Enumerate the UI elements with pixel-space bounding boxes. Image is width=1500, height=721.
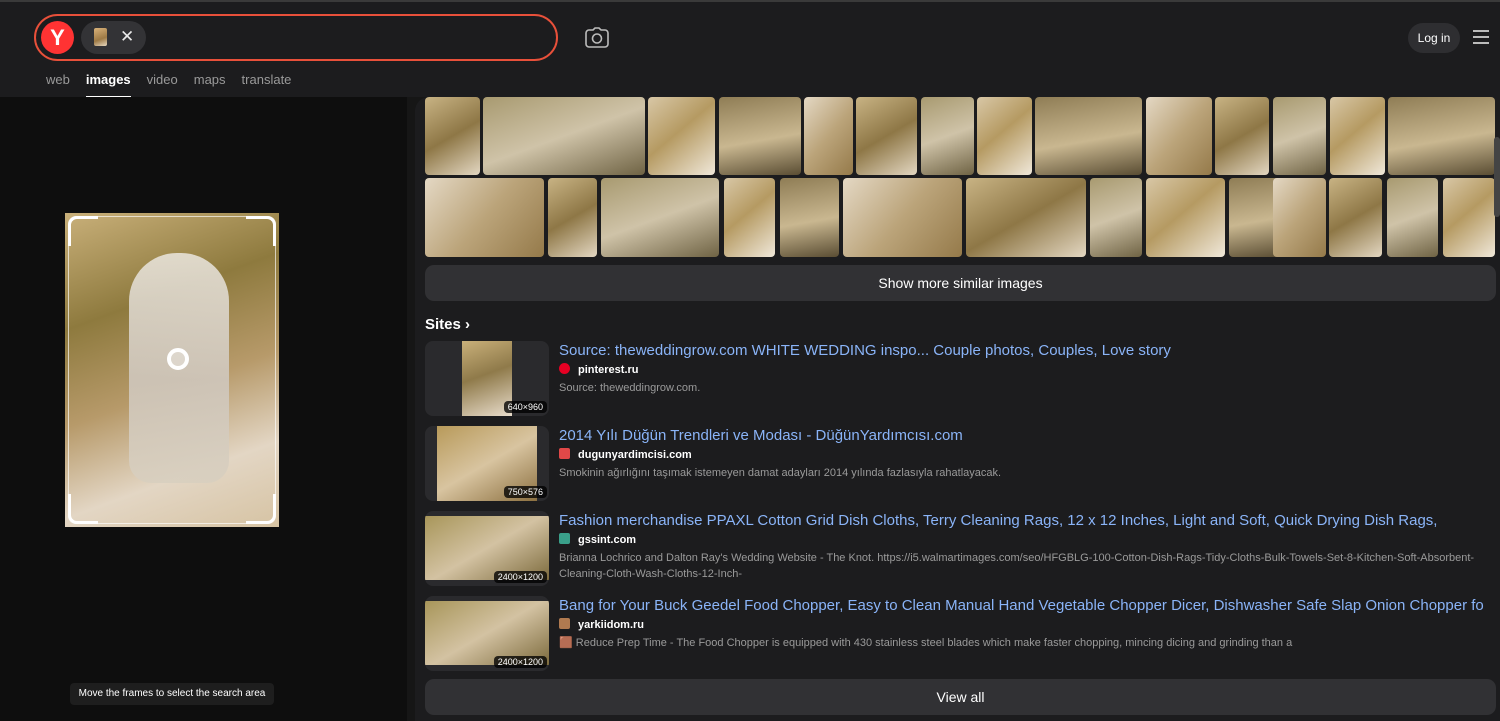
similar-image-thumbnail[interactable] <box>843 178 962 257</box>
site-title-link[interactable]: Source: theweddingrow.com WHITE WEDDING … <box>559 342 1171 359</box>
site-title-link[interactable]: Bang for Your Buck Geedel Food Chopper, … <box>559 597 1484 614</box>
similar-image-thumbnail[interactable] <box>1035 97 1142 175</box>
site-result[interactable]: 640×960 Source: theweddingrow.com WHITE … <box>425 341 1495 417</box>
site-description: Brianna Lochrico and Dalton Ray's Weddin… <box>559 552 1475 580</box>
scrollbar[interactable] <box>1494 137 1500 217</box>
show-more-similar-button[interactable]: Show more similar images <box>425 265 1496 301</box>
query-image <box>65 213 279 527</box>
similar-image-thumbnail[interactable] <box>1215 97 1269 175</box>
site-title-link[interactable]: Fashion merchandise PPAXL Cotton Grid Di… <box>559 512 1437 529</box>
image-preview-panel: Move the frames to select the search are… <box>0 97 407 721</box>
frame-handle-top-right[interactable] <box>246 216 276 246</box>
frame-handle-bottom-right[interactable] <box>246 494 276 524</box>
similar-image-thumbnail[interactable] <box>601 178 719 257</box>
similar-image-thumbnail[interactable] <box>724 178 775 257</box>
site-domain-text: pinterest.ru <box>578 364 639 376</box>
view-all-button[interactable]: View all <box>425 679 1496 715</box>
tab-video[interactable]: video <box>147 72 178 98</box>
site-domain-text: dugunyardimcisi.com <box>578 449 692 461</box>
similar-image-thumbnail[interactable] <box>966 178 1086 257</box>
search-box[interactable]: Y ✕ <box>34 14 558 61</box>
site-title-link[interactable]: 2014 Yılı Düğün Trendleri ve Modası - Dü… <box>559 427 963 444</box>
tab-images[interactable]: images <box>85 72 131 98</box>
yandex-logo[interactable]: Y <box>41 21 74 54</box>
similar-image-thumbnail[interactable] <box>1273 178 1326 257</box>
similar-image-thumbnail[interactable] <box>1330 97 1385 175</box>
site-result[interactable]: 2400×1200 Bang for Your Buck Geedel Food… <box>425 596 1495 672</box>
site-domain[interactable]: dugunyardimcisi.com <box>559 448 692 461</box>
site-description: 🟫 Reduce Prep Time - The Food Chopper is… <box>559 635 1495 651</box>
sites-heading[interactable]: Sites › <box>425 316 470 333</box>
bullet-icon: 🟫 <box>559 637 576 649</box>
login-button[interactable]: Log in <box>1408 23 1460 53</box>
clear-image-icon[interactable]: ✕ <box>120 26 134 48</box>
similar-image-thumbnail[interactable] <box>1387 178 1438 257</box>
tab-maps[interactable]: maps <box>194 72 226 98</box>
site-description: Smokinin ağırlığını taşımak istemeyen da… <box>559 467 1002 479</box>
similar-image-thumbnail[interactable] <box>425 97 480 175</box>
similar-image-thumbnail[interactable] <box>1329 178 1382 257</box>
similar-image-thumbnail[interactable] <box>1388 97 1495 175</box>
camera-search-icon[interactable] <box>585 27 609 49</box>
similar-image-thumbnail[interactable] <box>548 178 597 257</box>
tab-translate[interactable]: translate <box>242 72 292 98</box>
image-dimensions: 2400×1200 <box>493 656 547 668</box>
image-dimensions: 750×576 <box>503 486 547 498</box>
focus-point-icon[interactable] <box>167 348 189 370</box>
selection-frame[interactable] <box>68 216 276 524</box>
similar-image-thumbnail[interactable] <box>1273 97 1326 175</box>
similar-image-thumbnail[interactable] <box>483 97 645 175</box>
image-query-chip[interactable]: ✕ <box>81 21 146 54</box>
search-tabs: web images video maps translate <box>46 72 291 98</box>
similar-image-thumbnail[interactable] <box>780 178 839 257</box>
similar-image-thumbnail[interactable] <box>977 97 1032 175</box>
heart-favicon-icon <box>559 448 570 459</box>
site-thumbnail[interactable]: 2400×1200 <box>425 511 549 586</box>
similar-image-thumbnail[interactable] <box>856 97 917 175</box>
image-dimensions: 640×960 <box>503 401 547 413</box>
pinterest-favicon-icon <box>559 363 570 374</box>
site-domain-text: yarkiidom.ru <box>578 619 645 631</box>
site-domain-text: gssint.com <box>578 534 637 546</box>
site-domain[interactable]: gssint.com <box>559 533 636 546</box>
site-domain[interactable]: yarkiidom.ru <box>559 618 644 631</box>
site-result[interactable]: 750×576 2014 Yılı Düğün Trendleri ve Mod… <box>425 426 1495 502</box>
chevron-right-icon: › <box>465 316 471 333</box>
house-favicon-icon <box>559 618 570 629</box>
similar-image-thumbnail[interactable] <box>1146 97 1212 175</box>
site-thumbnail[interactable]: 640×960 <box>425 341 549 416</box>
site-result[interactable]: 2400×1200 Fashion merchandise PPAXL Cott… <box>425 511 1495 587</box>
similar-image-thumbnail[interactable] <box>1146 178 1225 257</box>
site-thumbnail[interactable]: 750×576 <box>425 426 549 501</box>
grid-favicon-icon <box>559 533 570 544</box>
query-image-thumbnail <box>94 28 107 46</box>
similar-image-thumbnail[interactable] <box>1090 178 1142 257</box>
similar-image-thumbnail[interactable] <box>1443 178 1495 257</box>
similar-image-thumbnail[interactable] <box>921 97 974 175</box>
similar-image-thumbnail[interactable] <box>804 97 853 175</box>
sites-heading-label: Sites <box>425 316 461 333</box>
site-thumbnail[interactable]: 2400×1200 <box>425 596 549 671</box>
frame-handle-top-left[interactable] <box>68 216 98 246</box>
frame-handle-bottom-left[interactable] <box>68 494 98 524</box>
frame-hint-tooltip: Move the frames to select the search are… <box>70 683 274 705</box>
top-bar: Y ✕ Log in web images video maps transla… <box>0 0 1500 98</box>
site-description-text: Reduce Prep Time - The Food Chopper is e… <box>575 637 1293 649</box>
menu-icon[interactable] <box>1473 30 1489 44</box>
tab-web[interactable]: web <box>46 72 70 98</box>
similar-image-thumbnail[interactable] <box>719 97 801 175</box>
similar-image-thumbnail[interactable] <box>425 178 544 257</box>
similar-image-thumbnail[interactable] <box>648 97 715 175</box>
site-domain[interactable]: pinterest.ru <box>559 363 639 376</box>
image-dimensions: 2400×1200 <box>493 571 547 583</box>
results-panel: Show more similar images Sites › 640×960… <box>415 97 1500 721</box>
site-description: Source: theweddingrow.com. <box>559 382 701 394</box>
